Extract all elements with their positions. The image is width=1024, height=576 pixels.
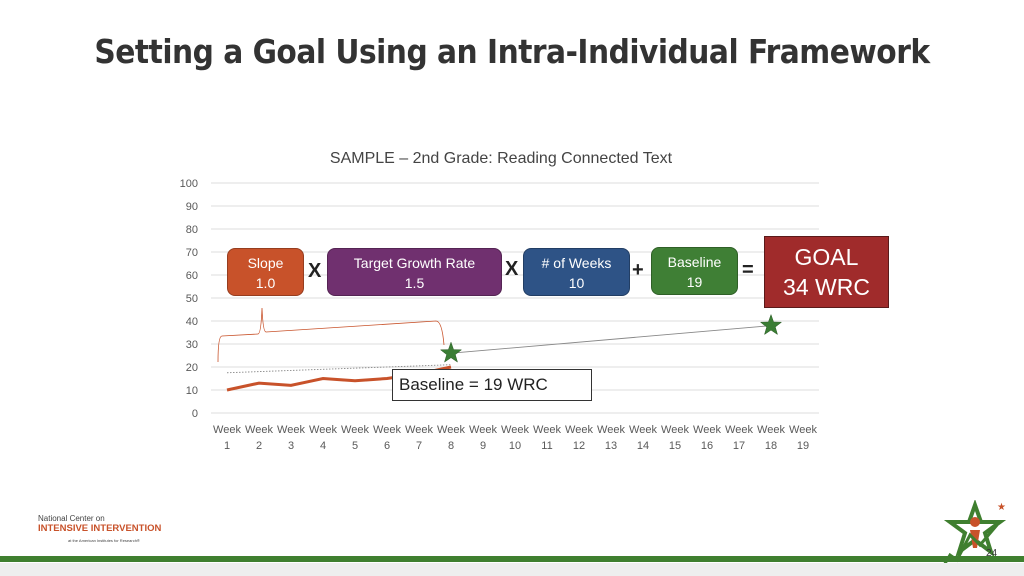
y-tick-label: 70 <box>186 247 198 259</box>
logo-line3: at the American Institutes for Research® <box>68 538 140 543</box>
baseline-callout: Baseline = 19 WRC <box>392 369 592 401</box>
x-tick-label: 11 <box>541 440 552 452</box>
logo-line2: INTENSIVE INTERVENTION <box>38 523 162 534</box>
plus-operator: + <box>632 259 644 281</box>
x-tick-label: Week <box>533 424 561 436</box>
x-tick-label: Week <box>597 424 625 436</box>
multiply-operator: X <box>308 260 322 282</box>
x-tick-label: Week <box>469 424 497 436</box>
y-tick-label: 10 <box>186 385 198 397</box>
weeks-box: # of Weeks 10 <box>523 248 630 296</box>
x-tick-label: 3 <box>288 440 294 452</box>
y-tick-label: 0 <box>192 408 198 420</box>
slope-label: Slope <box>247 255 284 271</box>
footer-bar <box>0 556 1024 562</box>
y-tick-label: 90 <box>186 201 198 213</box>
x-tick-label: Week <box>629 424 657 436</box>
x-tick-label: Week <box>341 424 369 436</box>
x-tick-label: 1 <box>224 440 230 452</box>
x-tick-label: 2 <box>256 440 262 452</box>
bracket-annotation <box>217 307 445 363</box>
x-tick-label: Week <box>213 424 241 436</box>
footer-strip <box>0 563 1024 576</box>
x-tick-label: 19 <box>797 440 809 452</box>
x-tick-label: 8 <box>448 440 454 452</box>
x-tick-label: 13 <box>605 440 617 452</box>
growth-value: 1.5 <box>404 275 425 291</box>
x-tick-label: 14 <box>637 440 649 452</box>
equals-operator: = <box>742 259 754 281</box>
x-tick-label: Week <box>693 424 721 436</box>
y-tick-label: 40 <box>186 316 198 328</box>
x-tick-label: Week <box>725 424 753 436</box>
x-tick-label: Week <box>789 424 817 436</box>
y-tick-label: 100 <box>180 178 198 190</box>
x-tick-label: Week <box>757 424 785 436</box>
x-tick-label: Week <box>405 424 433 436</box>
x-tick-label: Week <box>277 424 305 436</box>
chart-title: SAMPLE – 2nd Grade: Reading Connected Te… <box>330 150 673 167</box>
x-tick-label: 10 <box>509 440 521 452</box>
baseline-box: Baseline 19 <box>651 247 738 295</box>
x-tick-label: Week <box>373 424 401 436</box>
x-tick-label: 16 <box>701 440 713 452</box>
nccii-logo: National Center on INTENSIVE INTERVENTIO… <box>38 514 161 543</box>
x-tick-label: 9 <box>480 440 486 452</box>
star-marker <box>759 313 783 336</box>
x-tick-label: 5 <box>352 440 358 452</box>
x-tick-label: Week <box>309 424 337 436</box>
logo-line1: National Center on <box>38 514 105 523</box>
y-tick-label: 20 <box>186 362 198 374</box>
growth-label: Target Growth Rate <box>353 255 476 271</box>
x-tick-label: 4 <box>320 440 326 452</box>
goal-box: GOAL 34 WRC <box>764 236 889 308</box>
multiply-operator: X <box>505 258 519 280</box>
goal-value: 34 WRC <box>783 274 870 300</box>
y-tick-label: 50 <box>186 293 198 305</box>
y-tick-label: 60 <box>186 270 198 282</box>
x-tick-label: Week <box>565 424 593 436</box>
x-tick-label: Week <box>501 424 529 436</box>
goal-line-line <box>450 325 772 354</box>
goal-label: GOAL <box>794 244 859 270</box>
baseline-box-label: Baseline <box>667 254 722 270</box>
x-tick-label: Week <box>245 424 273 436</box>
x-tick-label: Week <box>437 424 465 436</box>
star-marker <box>439 341 463 363</box>
x-tick-label: 7 <box>416 440 422 452</box>
slope-box: Slope 1.0 <box>227 248 304 296</box>
slope-value: 1.0 <box>255 275 276 291</box>
svg-text:★: ★ <box>997 502 1006 513</box>
x-tick-label: 17 <box>733 440 745 452</box>
target-growth-rate-box: Target Growth Rate 1.5 <box>327 248 502 296</box>
x-tick-label: 6 <box>384 440 390 452</box>
y-tick-label: 30 <box>186 339 198 351</box>
weeks-value: 10 <box>568 275 585 291</box>
x-tick-label: Week <box>661 424 689 436</box>
y-tick-label: 80 <box>186 224 198 236</box>
x-tick-label: 12 <box>573 440 585 452</box>
x-tick-label: 18 <box>765 440 777 452</box>
x-tick-label: 15 <box>669 440 681 452</box>
baseline-box-value: 19 <box>686 274 703 290</box>
page-number: 24 <box>986 548 998 559</box>
weeks-label: # of Weeks <box>541 255 612 271</box>
